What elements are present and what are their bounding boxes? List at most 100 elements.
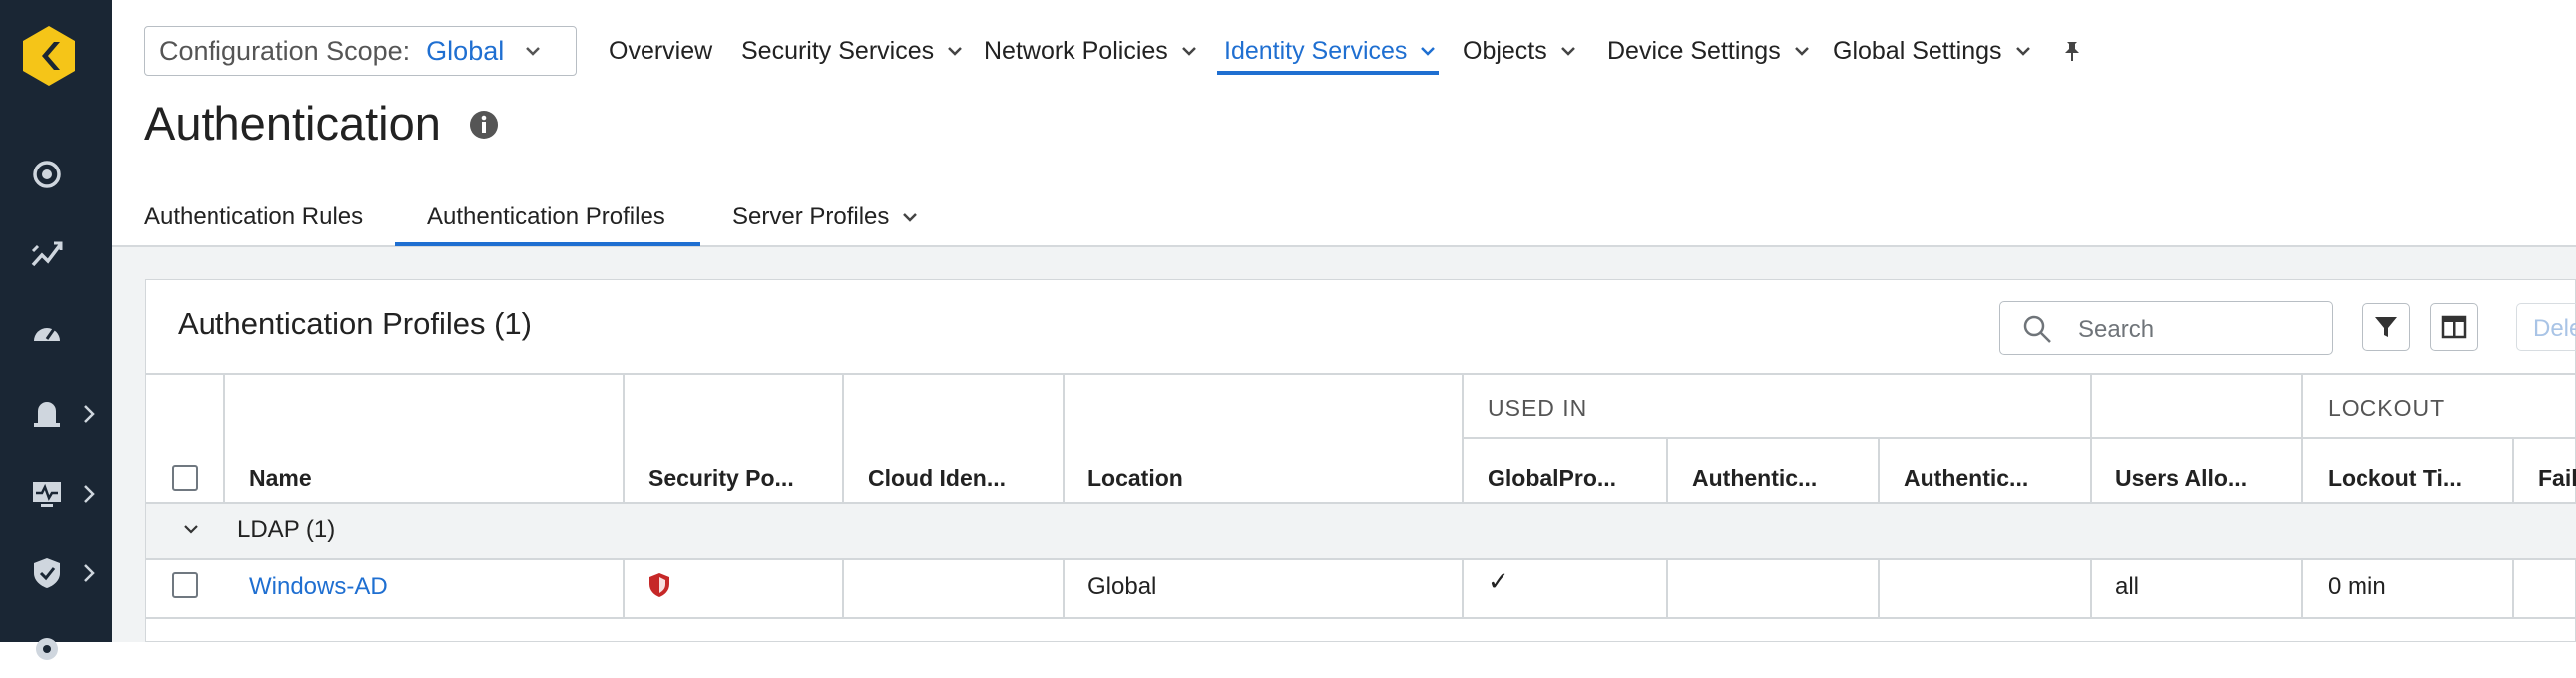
activity-chart-icon xyxy=(31,241,63,267)
pin-icon xyxy=(2065,42,2079,61)
search-icon xyxy=(2023,315,2051,343)
column-header-name[interactable]: Name xyxy=(249,465,312,492)
left-nav-rail xyxy=(0,0,112,660)
table-border xyxy=(146,617,2576,619)
table-border xyxy=(1462,558,1464,618)
sidebar-item-alerts[interactable] xyxy=(0,383,112,443)
dashboard-target-icon xyxy=(33,161,61,188)
alert-bell-icon xyxy=(34,402,60,427)
sidebar-item-security[interactable] xyxy=(0,542,112,602)
nav-security-services[interactable]: Security Services xyxy=(741,26,964,76)
columns-icon xyxy=(2441,315,2467,339)
top-nav: Overview Security Services Network Polic… xyxy=(0,26,2576,76)
table-border xyxy=(146,373,2576,375)
settings-icon xyxy=(36,638,58,660)
table-border xyxy=(1063,558,1065,618)
column-layout-button[interactable] xyxy=(2430,303,2478,351)
group-header-used-in: USED IN xyxy=(1488,395,1588,421)
column-header-failed[interactable]: Fail xyxy=(2538,465,2576,492)
nav-objects-label: Objects xyxy=(1463,36,1547,65)
group-label: LDAP (1) xyxy=(237,516,336,543)
tab-label: Authentication Rules xyxy=(144,203,364,230)
profile-name-link[interactable]: Windows-AD xyxy=(249,573,388,601)
chevron-down-icon xyxy=(903,213,918,222)
chevron-down-icon xyxy=(1421,47,1436,56)
tab-server-profiles[interactable]: Server Profiles xyxy=(732,203,919,231)
chevron-down-icon xyxy=(1794,47,1809,56)
chevron-right-icon xyxy=(84,485,95,503)
nav-identity-services[interactable]: Identity Services xyxy=(1224,26,1437,76)
users-allowed-value: all xyxy=(2115,573,2140,600)
chevron-down-icon xyxy=(948,47,963,56)
card-title: Authentication Profiles (1) xyxy=(178,306,532,341)
info-icon[interactable] xyxy=(469,110,499,140)
sidebar-item-activity[interactable] xyxy=(0,223,112,283)
column-header-globalprotect[interactable]: GlobalPro... xyxy=(1488,465,1616,492)
sidebar-item-speed[interactable] xyxy=(0,303,112,363)
group-row-ldap[interactable] xyxy=(146,504,2576,558)
pin-button[interactable] xyxy=(2061,26,2083,76)
chevron-down-icon xyxy=(1181,47,1196,56)
column-header-cloud-identity[interactable]: Cloud Iden... xyxy=(868,465,1006,492)
table-border xyxy=(1878,437,1880,503)
column-header-authentic-2[interactable]: Authentic... xyxy=(1904,465,2028,492)
group-header-lockout: LOCKOUT xyxy=(2328,395,2446,421)
table-border xyxy=(842,373,844,503)
nav-global-settings-label: Global Settings xyxy=(1833,36,2002,65)
chevron-right-icon xyxy=(84,405,95,423)
nav-overview[interactable]: Overview xyxy=(609,26,712,76)
column-header-authentic-1[interactable]: Authentic... xyxy=(1692,465,1817,492)
chevron-down-icon[interactable] xyxy=(182,520,200,538)
shield-check-icon xyxy=(34,558,60,588)
select-all-checkbox[interactable] xyxy=(172,465,198,491)
nav-device-settings[interactable]: Device Settings xyxy=(1607,26,1811,76)
table-border xyxy=(2301,558,2303,618)
tab-active-indicator xyxy=(395,242,700,246)
table-border xyxy=(223,373,225,503)
sidebar-item-settings[interactable] xyxy=(0,618,112,678)
table-border xyxy=(2090,558,2092,618)
sidebar-item-monitor[interactable] xyxy=(0,463,112,522)
nav-network-policies-label: Network Policies xyxy=(984,36,1168,65)
checkmark-icon: ✓ xyxy=(1488,566,1509,596)
nav-objects[interactable]: Objects xyxy=(1463,26,1577,76)
delete-button[interactable]: Delete xyxy=(2516,303,2576,351)
table-border xyxy=(623,373,625,503)
chevron-right-icon xyxy=(84,564,95,582)
table-border xyxy=(2090,373,2092,503)
nav-network-policies[interactable]: Network Policies xyxy=(984,26,1198,76)
tab-authentication-profiles[interactable]: Authentication Profiles xyxy=(427,203,665,231)
table-border xyxy=(1463,437,2576,439)
table-border xyxy=(623,558,625,618)
table-border xyxy=(2512,558,2514,618)
column-header-lockout-time[interactable]: Lockout Ti... xyxy=(2328,465,2462,492)
column-header-users-allowed[interactable]: Users Allo... xyxy=(2115,465,2247,492)
filter-button[interactable] xyxy=(2362,303,2410,351)
lockout-time-value: 0 min xyxy=(2328,573,2386,600)
column-header-security-policy[interactable]: Security Po... xyxy=(648,465,794,492)
table-border xyxy=(1666,558,1668,618)
table-border xyxy=(2301,373,2303,503)
tab-authentication-rules[interactable]: Authentication Rules xyxy=(144,203,363,231)
search-placeholder: Search xyxy=(2078,316,2155,343)
sidebar-item-dashboard[interactable] xyxy=(0,144,112,203)
table-border xyxy=(842,558,844,618)
search-input[interactable]: Search xyxy=(1999,301,2333,355)
nav-global-settings[interactable]: Global Settings xyxy=(1833,26,2032,76)
tab-label: Authentication Profiles xyxy=(427,203,665,230)
table-border xyxy=(1462,373,1464,503)
location-value: Global xyxy=(1087,573,1157,600)
filter-icon xyxy=(2375,317,2397,337)
speedometer-icon xyxy=(34,328,60,341)
table-border xyxy=(146,558,2576,560)
nav-security-services-label: Security Services xyxy=(741,36,935,65)
nav-identity-services-label: Identity Services xyxy=(1224,36,1408,65)
page-title: Authentication xyxy=(144,97,441,150)
shield-icon[interactable] xyxy=(648,572,670,598)
table-border xyxy=(1878,558,1880,618)
column-header-location[interactable]: Location xyxy=(1087,465,1183,492)
tab-label: Server Profiles xyxy=(732,203,890,230)
row-checkbox[interactable] xyxy=(172,572,198,598)
chevron-down-icon xyxy=(1560,47,1575,56)
table-border xyxy=(1666,437,1668,503)
